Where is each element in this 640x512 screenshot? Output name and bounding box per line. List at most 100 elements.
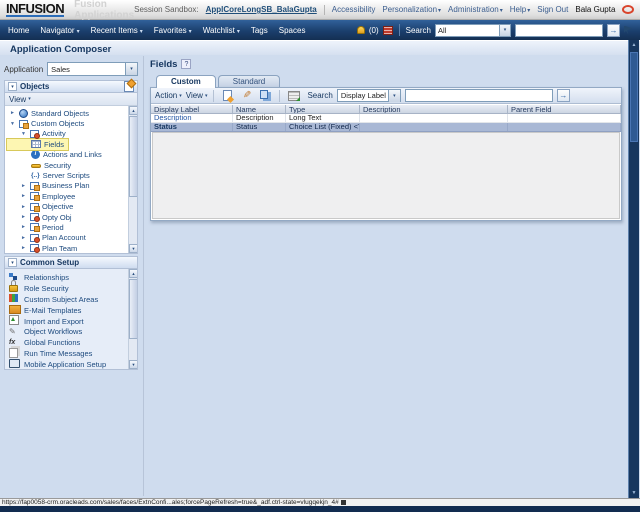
scroll-up-icon[interactable]: ▲ (129, 269, 137, 278)
expand-icon[interactable] (20, 214, 27, 220)
global-search-input[interactable] (515, 23, 603, 37)
objects-tree: Standard Objects Custom Objects Activity… (5, 106, 137, 253)
pencil-icon: ✎ (242, 90, 252, 101)
chevron-down-icon[interactable]: ▾ (499, 24, 510, 36)
scrollbar-thumb[interactable] (129, 279, 137, 339)
nav-home[interactable]: Home (8, 26, 29, 35)
nav-spaces[interactable]: Spaces (279, 26, 306, 35)
setup-item-relationships[interactable]: Relationships (9, 272, 127, 283)
tree-item-custom-objects[interactable]: Custom Objects (7, 118, 127, 129)
expand-icon[interactable] (20, 204, 27, 210)
table-empty-area (152, 132, 620, 219)
expand-icon[interactable] (9, 110, 16, 116)
session-sandbox-link[interactable]: ApplCoreLongSB_BalaGupta (206, 5, 317, 14)
view-menu[interactable]: View (186, 91, 208, 100)
column-type[interactable]: Type (286, 105, 360, 113)
window-scrollbar[interactable]: ▲ ▼ (628, 40, 639, 498)
detach-button[interactable] (286, 89, 301, 103)
column-display-label[interactable]: Display Label (151, 105, 233, 113)
collapse-icon[interactable] (20, 131, 27, 137)
fields-icon (31, 140, 41, 149)
edit-field-button[interactable]: ✎ (239, 89, 254, 103)
setup-item-email-templates[interactable]: E-Mail Templates (9, 305, 127, 316)
tree-item-activity[interactable]: Activity (7, 129, 127, 139)
tree-item-employee[interactable]: Employee (7, 191, 127, 202)
tree-item-plan-team[interactable]: Plan Team (7, 243, 127, 253)
tree-item-business-plan[interactable]: Business Plan (7, 181, 127, 191)
table-search-go-button[interactable]: → (556, 89, 570, 102)
scroll-up-icon[interactable]: ▲ (129, 106, 137, 115)
application-select[interactable]: Sales ▾ (47, 62, 138, 76)
tree-item-opty-obj[interactable]: Opty Obj (7, 212, 127, 223)
copy-field-button[interactable] (258, 89, 273, 103)
scroll-down-icon[interactable]: ▼ (629, 488, 639, 498)
setup-item-custom-subject-areas[interactable]: Custom Subject Areas (9, 294, 127, 305)
field-link[interactable]: Description (151, 114, 233, 122)
help-menu[interactable]: Help (510, 5, 530, 14)
tree-view-menu[interactable]: View (9, 95, 31, 104)
administration-menu[interactable]: Administration (448, 5, 503, 14)
scrollbar-thumb[interactable] (129, 116, 137, 197)
tree-item-period[interactable]: Period (7, 222, 127, 233)
scroll-down-icon[interactable]: ▼ (129, 360, 137, 369)
search-go-button[interactable]: → (607, 23, 620, 37)
scroll-down-icon[interactable]: ▼ (129, 244, 137, 253)
expand-icon[interactable] (20, 193, 27, 199)
tab-custom[interactable]: Custom (156, 75, 216, 88)
personalization-menu[interactable]: Personalization (382, 5, 441, 14)
expand-icon[interactable] (20, 235, 27, 241)
action-menu[interactable]: Action (155, 91, 182, 100)
tree-item-plan-account[interactable]: Plan Account (7, 233, 127, 243)
column-name[interactable]: Name (233, 105, 286, 113)
table-row-description[interactable]: Description Description Long Text (151, 114, 621, 123)
objects-panel-title: Objects (20, 82, 50, 91)
expand-icon[interactable] (20, 245, 27, 251)
expand-icon[interactable] (20, 224, 27, 230)
setup-item-global-functions[interactable]: Global Functions (9, 337, 127, 348)
tree-item-fields[interactable]: Fields (5, 138, 70, 151)
scroll-up-icon[interactable]: ▲ (629, 40, 639, 50)
scrollbar-thumb[interactable] (630, 52, 638, 142)
nav-tags[interactable]: Tags (251, 26, 268, 35)
tree-scrollbar[interactable]: ▲ ▼ (128, 106, 137, 253)
notifications-bell-icon[interactable] (356, 26, 365, 34)
sign-out-link[interactable]: Sign Out (537, 5, 568, 14)
nav-recent-items[interactable]: Recent Items (91, 26, 143, 35)
search-field-select[interactable]: Display Label ▾ (336, 89, 401, 102)
worklist-icon[interactable] (382, 25, 393, 35)
collapse-objects-icon[interactable]: ▾ (8, 82, 17, 91)
chevron-down-icon[interactable]: ▾ (125, 63, 137, 75)
table-row-status[interactable]: Status Status Choice List (Fixed) <Troub… (151, 123, 621, 132)
search-scope-select[interactable]: All ▾ (435, 23, 511, 37)
expand-icon[interactable] (20, 183, 27, 189)
tree-item-security[interactable]: Security (7, 160, 127, 170)
nav-watchlist[interactable]: Watchlist (203, 26, 240, 35)
column-description[interactable]: Description (360, 105, 508, 113)
help-icon[interactable]: ? (181, 59, 192, 69)
collapse-common-setup-icon[interactable]: ▾ (8, 258, 17, 267)
advanced-search-icon[interactable] (624, 25, 632, 35)
edit-objects-icon[interactable] (124, 81, 134, 92)
setup-item-import-and-export[interactable]: Import and Export (9, 316, 127, 327)
nav-navigator[interactable]: Navigator (40, 26, 79, 35)
chevron-down-icon[interactable]: ▾ (387, 90, 400, 102)
setup-item-mobile-application-setup[interactable]: Mobile Application Setup (9, 359, 127, 369)
accessibility-link[interactable]: Accessibility (332, 5, 376, 14)
nav-favorites[interactable]: Favorites (154, 26, 192, 35)
collapse-icon[interactable] (9, 121, 16, 127)
column-parent-field[interactable]: Parent Field (508, 105, 621, 113)
table-search-input[interactable] (404, 89, 553, 102)
setup-scrollbar[interactable]: ▲ ▼ (128, 269, 137, 369)
mobile-device-icon (9, 359, 20, 369)
tree-item-objective[interactable]: Objective (7, 202, 127, 212)
subject-areas-icon (9, 294, 20, 304)
fusion-watermark: Fusion Applications (74, 0, 135, 21)
setup-item-object-workflows[interactable]: Object Workflows (9, 326, 127, 337)
create-field-button[interactable] (220, 89, 235, 103)
tree-item-standard-objects[interactable]: Standard Objects (7, 108, 127, 118)
setup-item-role-security[interactable]: Role Security (9, 280, 127, 294)
tree-item-server-scripts[interactable]: Server Scripts (7, 170, 127, 180)
setup-item-run-time-messages[interactable]: Run Time Messages (9, 348, 127, 359)
field-link[interactable]: Status (151, 123, 233, 131)
tree-item-actions-and-links[interactable]: Actions and Links (7, 150, 127, 160)
